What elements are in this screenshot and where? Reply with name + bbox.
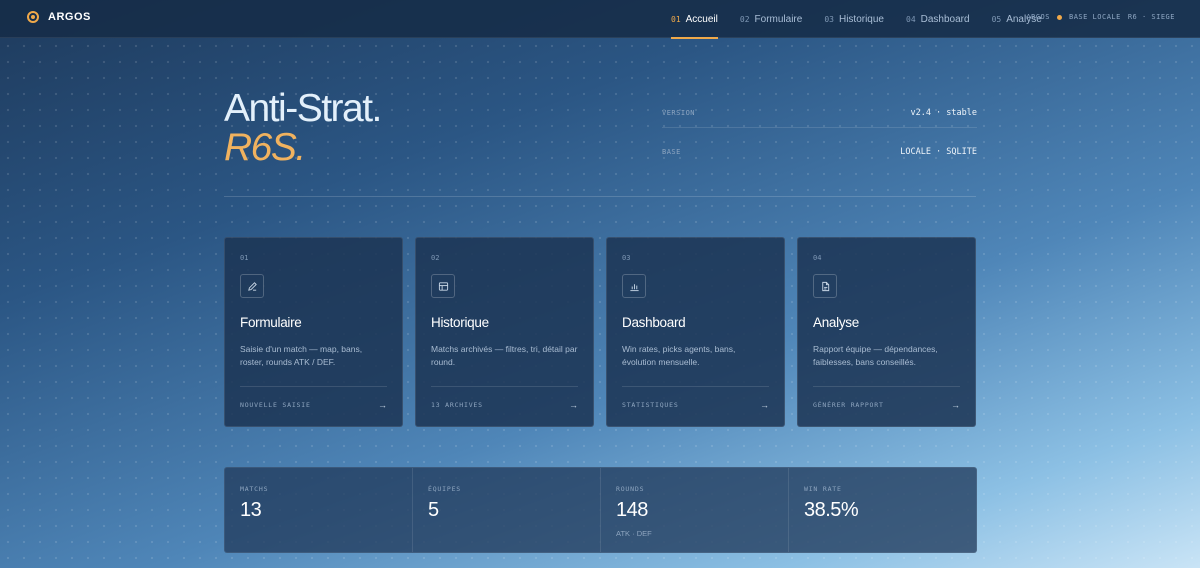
meta-row-base: BASE LOCALE · SQLITE	[662, 137, 977, 167]
card-action: STATISTIQUES	[622, 401, 679, 409]
status-game: R6 · SIEGE	[1127, 13, 1175, 21]
card-formulaire[interactable]: 01 Formulaire Saisie d'un match — map, b…	[224, 237, 403, 427]
brand-name: ARGOS	[48, 11, 91, 23]
module-cards: 01 Formulaire Saisie d'un match — map, b…	[224, 237, 977, 427]
tab-dashboard[interactable]: 04 Dashboard	[906, 0, 970, 38]
hero-divider	[224, 196, 976, 197]
top-navbar: ARGOS 01 Accueil 02 Formulaire 03 Histor…	[0, 0, 1200, 39]
status-db: BASE LOCALE	[1068, 13, 1121, 21]
brand[interactable]: ARGOS	[27, 11, 91, 23]
status-indicator: ARGOS BASE LOCALE R6 · SIEGE	[1026, 13, 1175, 21]
arrow-right-icon: →	[760, 400, 769, 410]
card-historique[interactable]: 02 Historique Matchs archivés — filtres,…	[415, 237, 594, 427]
card-footer[interactable]: 13 ARCHIVES →	[431, 386, 578, 423]
main-tabs: 01 Accueil 02 Formulaire 03 Historique 0…	[671, 0, 1064, 39]
tab-historique[interactable]: 03 Historique	[824, 0, 884, 38]
meta-row-version: VERSION v2.4 · stable	[662, 98, 977, 128]
stats-panel: MATCHS 13 ÉQUIPES 5 ROUNDS 148 ATK · DEF…	[224, 467, 977, 553]
stat-label: ÉQUIPES	[428, 485, 461, 493]
card-title: Formulaire	[240, 315, 302, 330]
tab-number: 03	[824, 14, 834, 24]
stat-value: 13	[240, 499, 262, 521]
card-number: 01	[240, 254, 249, 262]
stat-win-rate: WIN RATE 38.5%	[789, 468, 976, 552]
stat-value: 5	[428, 499, 439, 521]
tab-formulaire[interactable]: 02 Formulaire	[740, 0, 802, 38]
argos-logo-icon	[27, 11, 39, 23]
arrow-right-icon: →	[378, 400, 387, 410]
tab-label: Dashboard	[920, 13, 970, 25]
card-analyse[interactable]: 04 Analyse Rapport équipe — dépendances,…	[797, 237, 976, 427]
card-footer[interactable]: NOUVELLE SAISIE →	[240, 386, 387, 423]
meta-value: v2.4 · stable	[910, 107, 977, 118]
meta-key: BASE	[662, 148, 681, 156]
card-title: Analyse	[813, 315, 859, 330]
meta-key: VERSION	[662, 108, 696, 117]
stat-label: WIN RATE	[804, 485, 842, 493]
stat-rounds: ROUNDS 148 ATK · DEF	[601, 468, 789, 552]
status-dot-icon	[1056, 14, 1062, 20]
stat-matchs: MATCHS 13	[225, 468, 413, 552]
tab-number: 01	[671, 14, 681, 24]
tab-number: 04	[906, 14, 916, 24]
card-footer[interactable]: STATISTIQUES →	[622, 386, 769, 423]
card-title: Historique	[431, 315, 489, 330]
stat-note: ATK · DEF	[616, 529, 652, 538]
document-icon	[813, 274, 837, 298]
card-number: 03	[622, 254, 631, 262]
meta-info: VERSION v2.4 · stable BASE LOCALE · SQLI…	[662, 98, 977, 176]
stat-value: 148	[616, 499, 648, 521]
pencil-icon	[240, 274, 264, 298]
card-action: 13 ARCHIVES	[431, 401, 483, 409]
tab-accueil[interactable]: 01 Accueil	[671, 0, 718, 39]
card-description: Rapport équipe — dépendances, faiblesses…	[813, 344, 938, 367]
bar-chart-icon	[622, 274, 646, 298]
status-app: ARGOS	[1026, 13, 1050, 21]
arrow-right-icon: →	[569, 400, 578, 410]
card-dashboard[interactable]: 03 Dashboard Win rates, picks agents, ba…	[606, 237, 785, 427]
card-action: GÉNÉRER RAPPORT	[813, 401, 884, 409]
card-description: Matchs archivés — filtres, tri, détail p…	[431, 344, 578, 367]
card-description: Saisie d'un match — map, bans, roster, r…	[240, 344, 363, 367]
meta-value: LOCALE · SQLITE	[900, 147, 977, 157]
tab-label: Formulaire	[754, 13, 803, 25]
card-number: 04	[813, 254, 822, 262]
card-title: Dashboard	[622, 315, 686, 330]
stat-label: MATCHS	[240, 485, 269, 493]
stat-value: 38.5%	[804, 499, 859, 521]
card-action: NOUVELLE SAISIE	[240, 401, 311, 409]
tab-number: 02	[739, 14, 750, 24]
card-description: Win rates, picks agents, bans, évolution…	[622, 344, 736, 367]
stat-equipes: ÉQUIPES 5	[413, 468, 601, 552]
arrow-right-icon: →	[951, 400, 960, 410]
stat-label: ROUNDS	[616, 485, 645, 493]
tab-label: Accueil	[685, 13, 718, 25]
tab-label: Historique	[838, 13, 884, 25]
card-footer[interactable]: GÉNÉRER RAPPORT →	[813, 386, 960, 423]
tab-number: 05	[991, 14, 1002, 24]
table-icon	[431, 274, 455, 298]
card-number: 02	[431, 254, 440, 262]
